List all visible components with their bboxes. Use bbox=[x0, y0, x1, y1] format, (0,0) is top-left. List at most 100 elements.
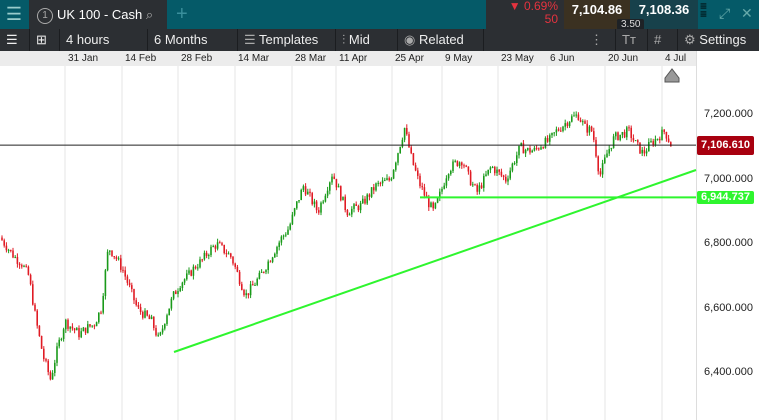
price-change: ▼ 0.69% 50 bbox=[486, 0, 564, 29]
price-chart[interactable] bbox=[0, 66, 759, 420]
close-icon[interactable]: ✕ bbox=[741, 5, 753, 22]
candle-body bbox=[302, 186, 305, 190]
add-tab-button[interactable]: + bbox=[176, 0, 188, 28]
candle-body bbox=[573, 115, 575, 117]
candle-body bbox=[161, 328, 164, 333]
candle-body bbox=[76, 328, 78, 331]
candle-body bbox=[95, 322, 98, 327]
candle-body bbox=[322, 201, 324, 203]
candle-body bbox=[538, 148, 540, 150]
candle-body bbox=[509, 170, 511, 179]
date-tick-label: 6 Jun bbox=[550, 53, 575, 64]
candle-body bbox=[586, 123, 588, 133]
candle-body bbox=[414, 165, 417, 171]
candle-body bbox=[300, 189, 302, 201]
candle-body bbox=[329, 182, 331, 191]
candle-body bbox=[610, 147, 613, 150]
candle-body bbox=[12, 250, 14, 258]
candle-body bbox=[78, 328, 80, 338]
candle-body bbox=[467, 166, 470, 172]
candle-body bbox=[582, 121, 584, 123]
candle-body bbox=[588, 126, 591, 133]
text-size-icon[interactable]: Tт bbox=[616, 29, 648, 51]
range-select[interactable]: 6 Months bbox=[148, 29, 238, 51]
candle-body bbox=[632, 138, 635, 141]
date-tick-label: 20 Jun bbox=[608, 53, 639, 64]
candle-body bbox=[208, 255, 210, 257]
related-button[interactable]: ◉ Related bbox=[398, 29, 484, 51]
grid-icon[interactable]: # bbox=[648, 29, 678, 51]
interval-select[interactable]: 4 hours bbox=[60, 29, 148, 51]
candle-body bbox=[540, 147, 542, 150]
candle-body bbox=[412, 153, 415, 166]
candle-body bbox=[87, 324, 89, 333]
candle-body bbox=[238, 271, 241, 285]
list-icon[interactable]: ☰ bbox=[0, 29, 30, 51]
candle-body bbox=[399, 146, 401, 154]
candle-body bbox=[480, 185, 483, 188]
instrument-tab[interactable]: 1 UK 100 - Cash ⌕ bbox=[29, 0, 167, 29]
candle-body bbox=[278, 242, 280, 247]
candle-body bbox=[665, 131, 668, 139]
candle-body bbox=[111, 250, 113, 257]
layout-icon[interactable]: ⊞ bbox=[30, 29, 60, 51]
candle-body bbox=[465, 165, 467, 167]
candle-body bbox=[450, 171, 452, 175]
candle-body bbox=[513, 163, 516, 165]
candle-body bbox=[58, 339, 60, 347]
candle-body bbox=[533, 147, 536, 151]
candle-body bbox=[175, 291, 177, 295]
candle-body bbox=[553, 132, 555, 134]
candle-body bbox=[496, 169, 498, 174]
candle-body bbox=[170, 298, 173, 309]
candle-body bbox=[557, 129, 560, 131]
templates-button[interactable]: ☰ Templates bbox=[238, 29, 336, 51]
candle-body bbox=[148, 315, 151, 320]
candle-body bbox=[131, 285, 133, 290]
scale-icon[interactable]: ⋮ bbox=[584, 29, 616, 51]
candle-body bbox=[615, 132, 617, 137]
candle-body bbox=[522, 143, 525, 154]
candle-body bbox=[562, 126, 564, 132]
sliders-icon: ☰ bbox=[244, 32, 256, 47]
drag-handle-icon[interactable]: ≡ ≡ bbox=[700, 0, 707, 20]
candle-body bbox=[236, 266, 239, 272]
candle-body bbox=[126, 276, 129, 283]
candle-body bbox=[62, 329, 65, 339]
hamburger-icon[interactable]: ☰ bbox=[0, 0, 28, 29]
candle-body bbox=[549, 135, 551, 142]
candle-body bbox=[326, 190, 329, 196]
candle-body bbox=[368, 194, 371, 197]
candle-body bbox=[362, 198, 364, 204]
candle-body bbox=[353, 204, 355, 209]
candle-body bbox=[348, 214, 351, 216]
expand-icon[interactable]: ⤢ bbox=[719, 5, 730, 22]
search-icon[interactable]: ⌕ bbox=[146, 7, 153, 22]
candle-body bbox=[115, 256, 118, 259]
candle-body bbox=[219, 242, 221, 244]
candle-body bbox=[577, 114, 580, 121]
candle-body bbox=[271, 257, 274, 262]
candle-body bbox=[199, 259, 201, 268]
candle-body bbox=[593, 131, 595, 140]
candle-body bbox=[102, 295, 104, 313]
candle-body bbox=[214, 246, 217, 249]
candle-body bbox=[230, 253, 232, 257]
candle-body bbox=[652, 141, 654, 145]
settings-button[interactable]: ⚙ Settings bbox=[678, 29, 759, 51]
candle-body bbox=[469, 171, 472, 186]
candle-body bbox=[342, 196, 344, 201]
price-type-button[interactable]: ⫶ Mid bbox=[336, 29, 398, 51]
candle-body bbox=[377, 182, 379, 184]
candle-body bbox=[483, 175, 485, 188]
candle-body bbox=[137, 305, 140, 308]
candle-body bbox=[43, 348, 45, 360]
candle-body bbox=[498, 169, 500, 172]
candle-body bbox=[568, 121, 571, 127]
candle-body bbox=[124, 270, 126, 277]
date-tick-label: 28 Mar bbox=[295, 53, 327, 64]
candle-body bbox=[201, 259, 203, 261]
candle-body bbox=[601, 163, 604, 175]
candle-body bbox=[626, 127, 628, 138]
candle-body bbox=[241, 284, 243, 291]
